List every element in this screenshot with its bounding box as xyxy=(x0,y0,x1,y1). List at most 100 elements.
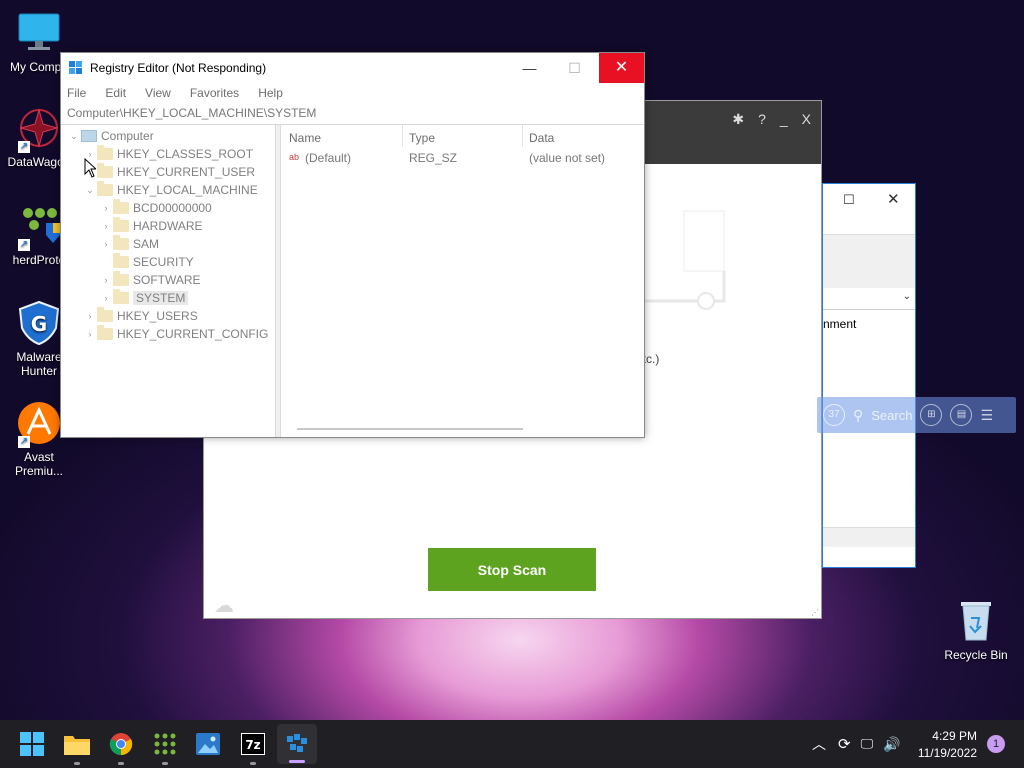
7zip-icon: 7z xyxy=(241,733,265,755)
minimize-button[interactable]: _ xyxy=(780,111,788,128)
tree-node-bcd[interactable]: › BCD00000000 xyxy=(99,199,212,217)
cloud-icon: ☁ xyxy=(214,595,234,617)
tree-node-hkey-users[interactable]: › HKEY_USERS xyxy=(83,307,198,325)
menu-file[interactable]: File xyxy=(67,86,86,100)
chevron-up-icon[interactable]: ︿ xyxy=(812,734,826,754)
tree-node-software[interactable]: › SOFTWARE xyxy=(99,271,201,289)
stop-scan-button[interactable]: Stop Scan xyxy=(428,548,596,591)
menu-icon[interactable]: ☰ xyxy=(980,407,993,424)
file-explorer-icon xyxy=(64,736,90,755)
close-button[interactable]: ✕ xyxy=(599,53,644,83)
taskbar-app-grid[interactable] xyxy=(149,728,181,765)
tree-node-label: SOFTWARE xyxy=(133,273,201,287)
values-list[interactable]: Name Type Data ab (Default) REG_SZ (valu… xyxy=(282,125,644,437)
tree-node-label: SAM xyxy=(133,237,160,251)
value-row[interactable]: ab (Default) REG_SZ (value not set) xyxy=(282,149,644,167)
monitor-icon xyxy=(16,10,62,56)
horizontal-scrollbar[interactable] xyxy=(297,428,523,430)
column-header-name[interactable]: Name xyxy=(289,131,321,145)
regedit-icon xyxy=(69,61,82,74)
column-header[interactable]: nment xyxy=(823,317,893,331)
tree-node-security[interactable]: SECURITY xyxy=(99,253,194,271)
tree-node-sam[interactable]: › SAM xyxy=(99,235,159,253)
menu-view[interactable]: View xyxy=(145,86,171,100)
collapse-arrow-icon[interactable]: › xyxy=(99,275,113,285)
taskbar-7zip[interactable]: 7z xyxy=(237,728,269,765)
menu-edit[interactable]: Edit xyxy=(105,86,126,100)
collapse-arrow-icon[interactable]: › xyxy=(99,293,113,303)
maximize-icon[interactable]: ☐ xyxy=(843,192,855,208)
sync-alert-icon[interactable]: ⟳ xyxy=(838,735,851,753)
resize-grip-icon[interactable]: ⋰ xyxy=(811,608,819,617)
desktop-icon-label: Recycle Bin xyxy=(944,648,1008,662)
background-window[interactable]: ☐ ✕ ⌄ nment xyxy=(822,183,916,568)
folder-icon xyxy=(113,217,129,232)
floating-search-widget[interactable]: 37 ⚲ Search ⊞ ▤ ☰ xyxy=(817,397,1016,433)
background-window-titlebar[interactable]: ☐ ✕ xyxy=(823,184,915,234)
tree-node-hkey-classes-root[interactable]: › HKEY_CLASSES_ROOT xyxy=(83,145,253,163)
column-header-type[interactable]: Type xyxy=(409,131,435,145)
value-data: (value not set) xyxy=(529,151,606,165)
volume-icon[interactable]: 🔊 xyxy=(883,736,900,753)
document-icon[interactable]: ▤ xyxy=(950,404,973,426)
tree-node-hkey-current-config[interactable]: › HKEY_CURRENT_CONFIG xyxy=(83,325,268,343)
scan-illustration xyxy=(644,201,734,311)
herdprotect-icon: ↗ xyxy=(16,203,62,251)
tree-node-label: BCD00000000 xyxy=(133,201,212,215)
address-bar[interactable]: Computer\HKEY_LOCAL_MACHINE\SYSTEM xyxy=(61,103,644,125)
svg-text:7z: 7z xyxy=(245,738,260,752)
help-button[interactable]: ? xyxy=(758,111,766,128)
registry-editor-titlebar[interactable]: Registry Editor (Not Responding) — ☐ ✕ xyxy=(61,53,644,83)
registry-editor-window[interactable]: Registry Editor (Not Responding) — ☐ ✕ F… xyxy=(60,52,645,438)
tree-node-label: HKEY_USERS xyxy=(117,309,198,323)
folder-icon xyxy=(113,235,129,250)
mouse-cursor-icon xyxy=(84,158,96,178)
recycle-bin-icon xyxy=(961,602,991,641)
minimize-button[interactable]: — xyxy=(507,53,552,83)
avast-icon: ↗ xyxy=(16,400,62,448)
tree-node-hkey-current-user[interactable]: › HKEY_CURRENT_USER xyxy=(83,163,255,181)
close-button[interactable]: X xyxy=(802,111,811,128)
svg-text:G: G xyxy=(31,312,47,336)
folder-icon xyxy=(113,289,129,304)
shortcut-arrow-icon: ↗ xyxy=(18,141,30,153)
clock-time: 4:29 PM xyxy=(932,729,977,743)
dropdown-field[interactable]: ⌄ xyxy=(823,288,915,310)
column-header-data[interactable]: Data xyxy=(529,131,554,145)
windows-start-icon xyxy=(20,732,44,756)
notification-badge[interactable]: 1 xyxy=(987,735,1005,753)
desktop-icon-recycle-bin[interactable]: Recycle Bin xyxy=(940,598,1012,662)
maximize-button[interactable]: ☐ xyxy=(552,53,597,83)
tree-node-system[interactable]: › SYSTEM xyxy=(99,289,189,307)
settings-icon[interactable]: ✱ xyxy=(732,111,744,128)
photos-icon xyxy=(196,733,220,755)
network-icon[interactable]: 🖵 xyxy=(861,736,874,752)
pane-splitter[interactable] xyxy=(276,125,281,437)
collapse-arrow-icon[interactable]: › xyxy=(83,311,97,321)
taskbar-photos[interactable] xyxy=(192,728,224,760)
start-button[interactable] xyxy=(16,728,48,760)
clock[interactable]: 4:29 PM 11/19/2022 xyxy=(918,728,977,762)
tree-node-hkey-local-machine[interactable]: ⌄ HKEY_LOCAL_MACHINE xyxy=(83,181,258,199)
collapse-arrow-icon[interactable]: › xyxy=(99,239,113,249)
folder-icon xyxy=(97,307,113,322)
menu-favorites[interactable]: Favorites xyxy=(190,86,239,100)
folder-icon xyxy=(97,163,113,178)
tree-node-label: SECURITY xyxy=(133,255,194,269)
search-label[interactable]: Search xyxy=(871,408,912,423)
expand-arrow-icon[interactable]: ⌄ xyxy=(67,131,81,142)
taskbar-chrome[interactable] xyxy=(105,728,137,765)
tree-node-computer[interactable]: ⌄ Computer xyxy=(67,127,153,145)
taskbar-file-explorer[interactable] xyxy=(61,728,93,765)
expand-arrow-icon[interactable]: ⌄ xyxy=(83,185,97,196)
collapse-arrow-icon[interactable]: › xyxy=(83,329,97,339)
grid-icon[interactable]: ⊞ xyxy=(920,404,943,426)
collapse-arrow-icon[interactable]: › xyxy=(99,221,113,231)
regedit-icon xyxy=(287,734,307,752)
menu-help[interactable]: Help xyxy=(258,86,283,100)
close-icon[interactable]: ✕ xyxy=(887,190,900,208)
taskbar-registry-editor[interactable] xyxy=(277,724,317,764)
app-grid-icon xyxy=(154,733,176,755)
tree-node-hardware[interactable]: › HARDWARE xyxy=(99,217,203,235)
collapse-arrow-icon[interactable]: › xyxy=(99,203,113,213)
